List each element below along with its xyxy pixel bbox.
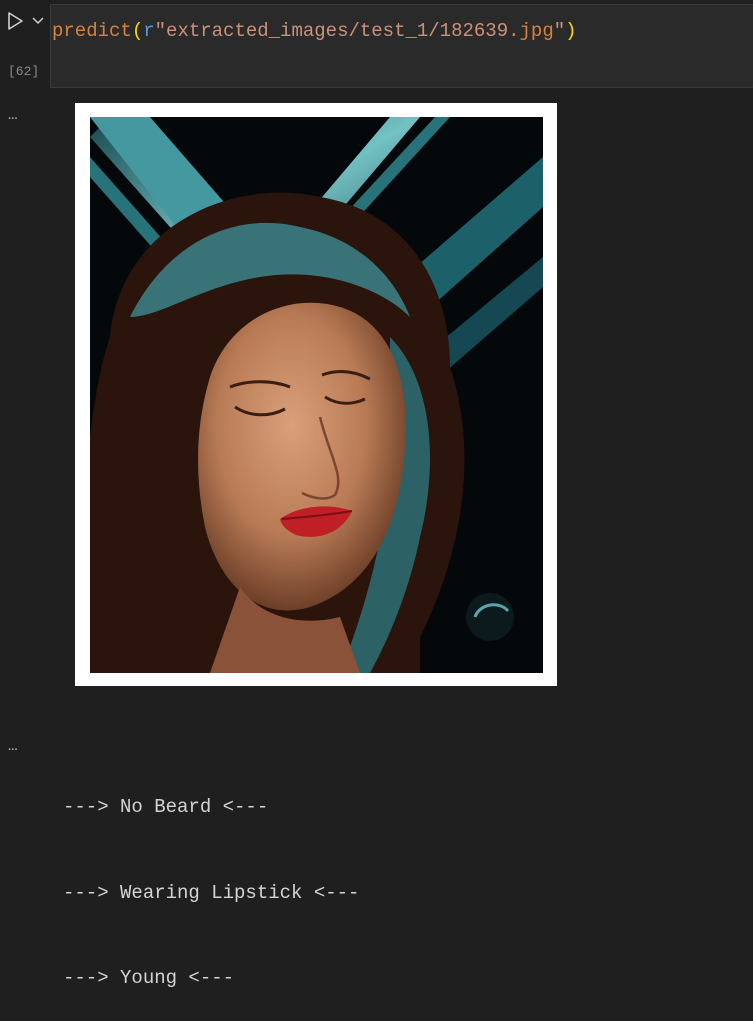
result-line: ---> Young <--- [63, 967, 235, 989]
run-cell-button[interactable] [4, 10, 26, 32]
prediction-output: ---> No Beard <--- ---> Wearing Lipstick… [63, 736, 359, 1021]
code-open-paren: ( [131, 20, 144, 42]
more-icon[interactable]: … [8, 737, 19, 755]
result-line: ---> Wearing Lipstick <--- [63, 881, 360, 904]
code-line[interactable]: predict(r"extracted_images/test_1/182639… [52, 20, 577, 42]
output-image [75, 103, 557, 686]
more-icon[interactable]: … [8, 106, 19, 124]
result-line: ---> No Beard <--- [63, 796, 269, 818]
code-cell-editor[interactable] [50, 4, 753, 88]
code-string-ext: .jpg [508, 20, 554, 42]
photo [90, 117, 543, 673]
run-options-dropdown[interactable] [30, 12, 46, 28]
code-close-paren: ) [565, 20, 577, 42]
chevron-down-icon [32, 17, 44, 25]
code-function: predict [52, 20, 132, 42]
code-string: "extracted_images/test_1/182639 [154, 20, 509, 42]
play-icon [8, 12, 23, 30]
code-string-prefix: r [143, 20, 155, 42]
execution-count: [62] [8, 64, 40, 79]
code-string-close: " [553, 20, 566, 42]
